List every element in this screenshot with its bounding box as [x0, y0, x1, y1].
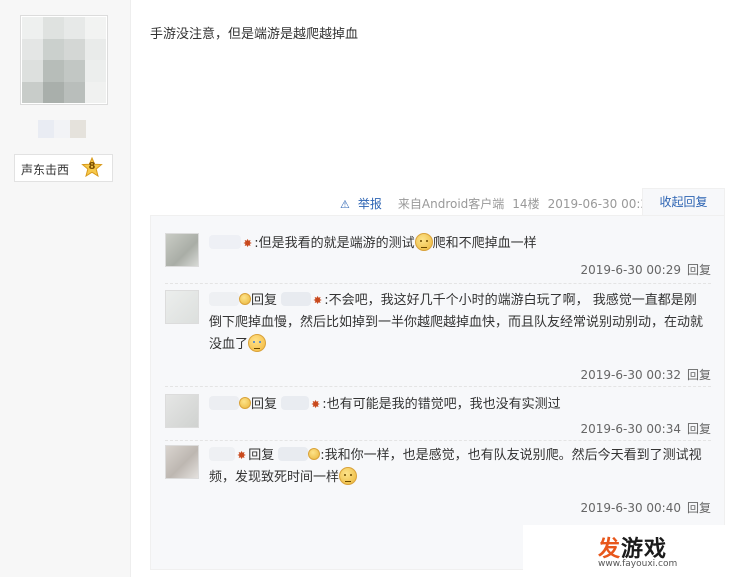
author-name-blurred: [38, 120, 86, 138]
reply-avatar[interactable]: [165, 290, 199, 324]
avatar-blurred-image: [22, 17, 106, 103]
reply-target-blurred[interactable]: [281, 292, 312, 306]
reply-button[interactable]: 回复: [687, 501, 711, 515]
author-username[interactable]: 声东击西: [21, 161, 69, 178]
level-badge: 8: [81, 157, 103, 179]
reply-username-blurred[interactable]: [209, 396, 239, 410]
reply-body: 回复 ✸:不会吧，我这好几千个小时的端游白玩了啊， 我感觉一直都是刚倒下爬掉血慢，…: [209, 290, 709, 356]
reply-item: 回复 ✸:也有可能是我的错觉吧，我也没有实测过 2019-6-30 00:34 回复: [165, 394, 711, 438]
warning-icon: ⚠: [340, 198, 350, 211]
reply-avatar[interactable]: [165, 233, 199, 267]
reply-text-tail: 爬和不爬掉血一样: [432, 236, 537, 251]
reply-divider: [165, 440, 711, 441]
reply-prefix: 回复: [251, 293, 278, 308]
maple-leaf-icon: ✸: [243, 237, 253, 250]
reply-username-blurred[interactable]: [209, 292, 239, 306]
reply-body: ✸ 回复:我和你一样，也是感觉，也有队友说别爬。然后今天看到了测试视频，发现致死时…: [209, 445, 709, 489]
reply-footer: 2019-6-30 00:29 回复: [580, 261, 711, 278]
level-number: 8: [88, 161, 96, 172]
reply-time: 2019-6-30 00:29: [580, 263, 681, 277]
report-link[interactable]: ⚠ 举报: [340, 197, 390, 211]
reply-footer: 2019-6-30 00:32 回复: [580, 366, 711, 383]
maple-leaf-icon: ✸: [311, 398, 321, 411]
maple-leaf-icon: ✸: [313, 294, 323, 307]
reply-prefix: 回复: [248, 448, 275, 463]
author-column: 声东击西 8: [0, 0, 131, 577]
emoticon-icon: [339, 467, 358, 485]
watermark-url: www.fayouxi.com: [598, 559, 678, 569]
post-content: 手游没注意，但是端游是越爬越掉血: [150, 27, 359, 42]
report-label: 举报: [357, 197, 382, 211]
emoticon-icon: [239, 397, 251, 409]
reply-footer: 2019-6-30 00:34 回复: [580, 420, 711, 437]
reply-panel: ✸:但是我看的就是端游的测试 爬和不爬掉血一样 2019-6-30 00:29 回复…: [150, 215, 725, 570]
reply-text: :也有可能是我的错觉吧，我也没有实测过: [322, 397, 561, 412]
emoticon-icon: [414, 233, 433, 251]
reply-body: ✸:但是我看的就是端游的测试 爬和不爬掉血一样: [209, 233, 709, 255]
reply-button[interactable]: 回复: [687, 263, 711, 277]
reply-text: :但是我看的就是端游的测试: [254, 236, 415, 251]
reply-divider: [165, 386, 711, 387]
reply-time: 2019-6-30 00:32: [580, 368, 681, 382]
reply-avatar[interactable]: [165, 394, 199, 428]
maple-leaf-icon: ✸: [237, 449, 247, 462]
author-name-card[interactable]: 声东击西 8: [14, 154, 113, 182]
post-floor: 14楼: [512, 197, 540, 211]
reply-avatar[interactable]: [165, 445, 199, 479]
post-time: 2019-06-30 00:27: [547, 197, 656, 211]
reply-footer: 2019-6-30 00:40 回复: [580, 499, 711, 516]
reply-prefix: 回复: [251, 397, 278, 412]
reply-button[interactable]: 回复: [687, 422, 711, 436]
reply-item: 回复 ✸:不会吧，我这好几千个小时的端游白玩了啊， 我感觉一直都是刚倒下爬掉血慢，…: [165, 290, 711, 383]
emoticon-icon: [308, 448, 321, 460]
reply-target-blurred[interactable]: [281, 396, 310, 410]
reply-item: ✸:但是我看的就是端游的测试 爬和不爬掉血一样 2019-6-30 00:29 回复: [165, 233, 711, 283]
reply-target-blurred[interactable]: [278, 447, 309, 461]
post-source: 来自Android客户端: [397, 197, 505, 211]
reply-button[interactable]: 回复: [687, 368, 711, 382]
reply-username-blurred[interactable]: [209, 447, 235, 461]
emoticon-icon: [248, 334, 267, 352]
reply-time: 2019-6-30 00:34: [580, 422, 681, 436]
reply-username-blurred[interactable]: [209, 235, 241, 249]
reply-item: ✸ 回复:我和你一样，也是感觉，也有队友说别爬。然后今天看到了测试视频，发现致死时…: [165, 445, 711, 517]
author-avatar[interactable]: [20, 15, 108, 105]
post-meta: ⚠ 举报 来自Android客户端 14楼 2019-06-30 00:27: [340, 195, 664, 212]
emoticon-icon: [239, 293, 251, 305]
site-watermark: 发游戏 www.fayouxi.com: [523, 525, 728, 571]
collapse-replies-button[interactable]: 收起回复: [642, 188, 725, 215]
reply-divider: [165, 283, 711, 284]
reply-time: 2019-6-30 00:40: [580, 501, 681, 515]
reply-body: 回复 ✸:也有可能是我的错觉吧，我也没有实测过: [209, 394, 709, 416]
